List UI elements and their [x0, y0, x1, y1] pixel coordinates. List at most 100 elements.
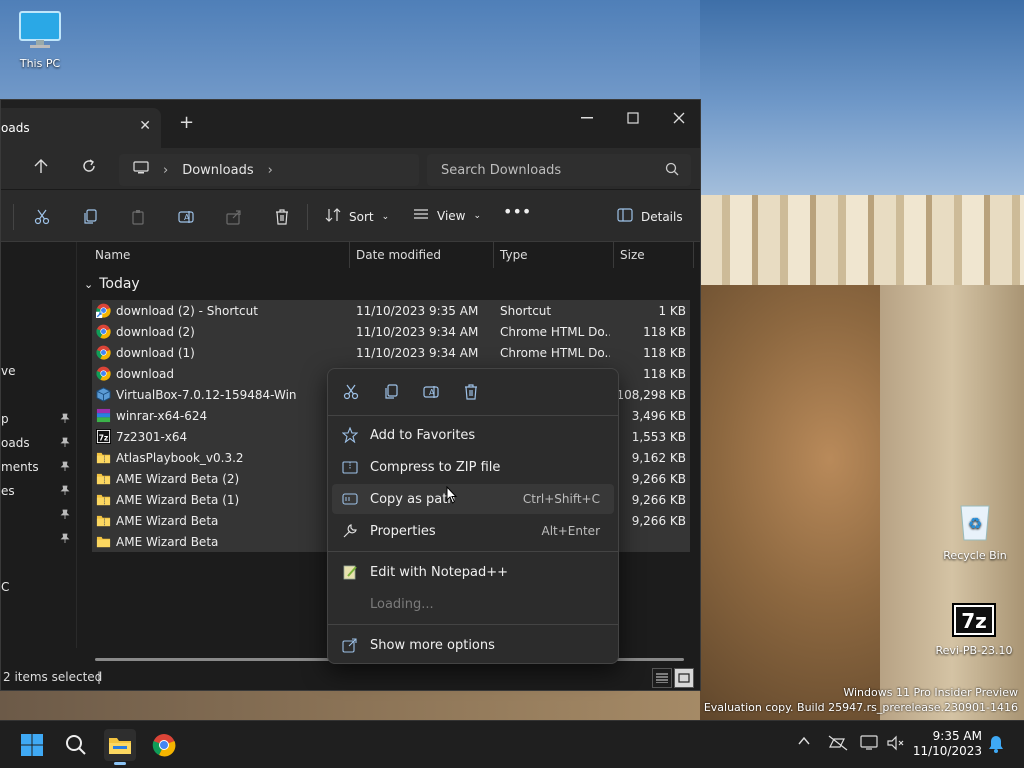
chevron-down-icon: ⌄ [381, 211, 390, 222]
file-name: AME Wizard Beta (2) [116, 471, 240, 486]
details-pane-button[interactable]: Details [617, 208, 683, 225]
menu-divider [328, 551, 618, 552]
delete-icon[interactable] [462, 383, 480, 401]
breadcrumb-downloads[interactable]: Downloads [182, 163, 253, 178]
menu-item-properties[interactable]: Properties Alt+Enter [332, 516, 614, 546]
column-divider[interactable] [613, 242, 614, 268]
minimize-button[interactable] [565, 104, 609, 132]
monitor-icon [0, 10, 80, 53]
sort-label: Sort [349, 209, 374, 224]
wrench-icon [342, 523, 358, 539]
zip-icon [342, 459, 358, 475]
pin-icon [60, 437, 70, 450]
copy-icon[interactable] [81, 208, 99, 226]
nav-pane-item[interactable]: ments [1, 460, 39, 474]
file-size: 108,298 KB [616, 387, 686, 402]
desktop-icon-revi[interactable]: 7z Revi-PB-23.10 [934, 603, 1014, 657]
view-label: View [437, 208, 466, 223]
new-tab-button[interactable]: + [179, 112, 194, 133]
chevron-right-icon[interactable]: › [268, 163, 273, 178]
file-name: AtlasPlaybook_v0.3.2 [116, 450, 244, 465]
network-disconnected-icon[interactable] [828, 735, 848, 755]
status-bar: 2 items selected | [1, 668, 700, 690]
search-icon[interactable] [60, 729, 92, 761]
delete-icon[interactable] [273, 208, 291, 226]
maximize-button[interactable] [611, 104, 655, 132]
group-header-today[interactable]: ⌄ Today [84, 276, 140, 292]
column-header-size[interactable]: Size [620, 248, 645, 262]
menu-item-shortcut: Alt+Enter [541, 524, 600, 538]
file-size: 9,162 KB [631, 450, 686, 465]
tiles-view-icon[interactable] [674, 668, 694, 688]
paste-icon[interactable] [129, 208, 147, 226]
cut-icon[interactable] [33, 208, 51, 226]
close-tab-icon[interactable]: ✕ [139, 118, 151, 134]
layout-buttons [652, 668, 694, 688]
monitor-tray-icon[interactable] [860, 735, 880, 755]
start-windows-icon[interactable] [16, 729, 48, 761]
menu-item-show-more-options[interactable]: Show more options [332, 630, 614, 660]
file-type: Chrome HTML Do... [500, 345, 610, 360]
file-explorer-folder-icon[interactable] [104, 729, 136, 765]
chevron-up-icon[interactable] [798, 735, 810, 750]
watermark-line-2: Evaluation copy. Build 25947.rs_prerelea… [703, 701, 1018, 714]
address-bar[interactable]: › Downloads › [119, 154, 419, 186]
column-divider[interactable] [349, 242, 350, 268]
column-divider[interactable] [693, 242, 694, 268]
file-row[interactable]: download (1) 11/10/2023 9:34 AM Chrome HTM… [92, 342, 690, 363]
close-window-button[interactable] [657, 104, 701, 132]
nav-pane-item[interactable]: C [1, 580, 9, 594]
menu-item-compress-zip[interactable]: Compress to ZIP file [332, 452, 614, 482]
more-options-button[interactable]: ••• [503, 202, 531, 221]
column-header-type[interactable]: Type [500, 248, 528, 262]
refresh-icon[interactable] [81, 158, 97, 178]
toolbar-divider [307, 204, 308, 230]
tab-downloads[interactable]: oads ✕ [1, 108, 161, 148]
menu-item-loading: Loading... [332, 589, 614, 619]
rename-icon[interactable]: A [177, 208, 195, 226]
nav-pane-item[interactable]: p [1, 412, 9, 426]
chrome-icon[interactable] [148, 729, 180, 761]
file-row[interactable]: download (2) 11/10/2023 9:34 AM Chrome HTM… [92, 321, 690, 342]
desktop-icon-label: Recycle Bin [943, 549, 1007, 562]
taskbar-clock[interactable]: 9:35 AM 11/10/2023 [913, 729, 982, 759]
menu-item-shortcut: Ctrl+Shift+C [522, 492, 600, 506]
column-header-name[interactable]: Name [95, 248, 130, 262]
details-view-icon[interactable] [652, 668, 672, 688]
search-icon[interactable] [665, 162, 679, 180]
rename-icon[interactable]: A [422, 383, 440, 401]
desktop-icon-recycle-bin[interactable]: ♻ Recycle Bin [935, 498, 1015, 562]
file-row[interactable]: download (2) - Shortcut 11/10/2023 9:35 A… [92, 300, 690, 321]
clock-date: 11/10/2023 [912, 744, 982, 758]
share-icon[interactable] [225, 208, 243, 226]
nav-pane-item[interactable]: es [1, 484, 15, 498]
file-date: 11/10/2023 9:35 AM [356, 303, 479, 318]
sort-button[interactable]: Sort ⌄ [325, 208, 389, 225]
file-name: AME Wizard Beta [116, 513, 219, 528]
desktop-icon-this-pc[interactable]: This PC [0, 10, 80, 70]
search-input[interactable]: Search Downloads [427, 154, 691, 186]
column-header-date[interactable]: Date modified [356, 248, 441, 262]
menu-item-add-to-favorites[interactable]: Add to Favorites [332, 420, 614, 450]
context-quick-actions: A [342, 383, 480, 401]
folder-icon [96, 534, 111, 549]
menu-divider [328, 624, 618, 625]
notification-bell-icon[interactable] [988, 735, 1004, 757]
volume-muted-icon[interactable] [886, 735, 906, 755]
menu-item-edit-notepadpp[interactable]: Edit with Notepad++ [332, 557, 614, 587]
pin-icon [60, 413, 70, 426]
column-divider[interactable] [493, 242, 494, 268]
file-size: 9,266 KB [631, 492, 686, 507]
cut-icon[interactable] [342, 383, 360, 401]
navigation-pane: ve p oads ments es C [1, 242, 77, 648]
up-arrow-icon[interactable] [33, 158, 49, 178]
recycle-bin-icon: ♻ [935, 498, 1015, 545]
file-size: 9,266 KB [631, 471, 686, 486]
file-date: 11/10/2023 9:34 AM [356, 345, 479, 360]
view-button[interactable]: View ⌄ [413, 208, 481, 223]
chevron-down-icon: ⌄ [84, 277, 94, 291]
nav-pane-item[interactable]: oads [1, 436, 30, 450]
nav-pane-item[interactable]: ve [1, 364, 15, 378]
copy-icon[interactable] [382, 383, 400, 401]
menu-item-copy-as-path[interactable]: Copy as path Ctrl+Shift+C [332, 484, 614, 514]
